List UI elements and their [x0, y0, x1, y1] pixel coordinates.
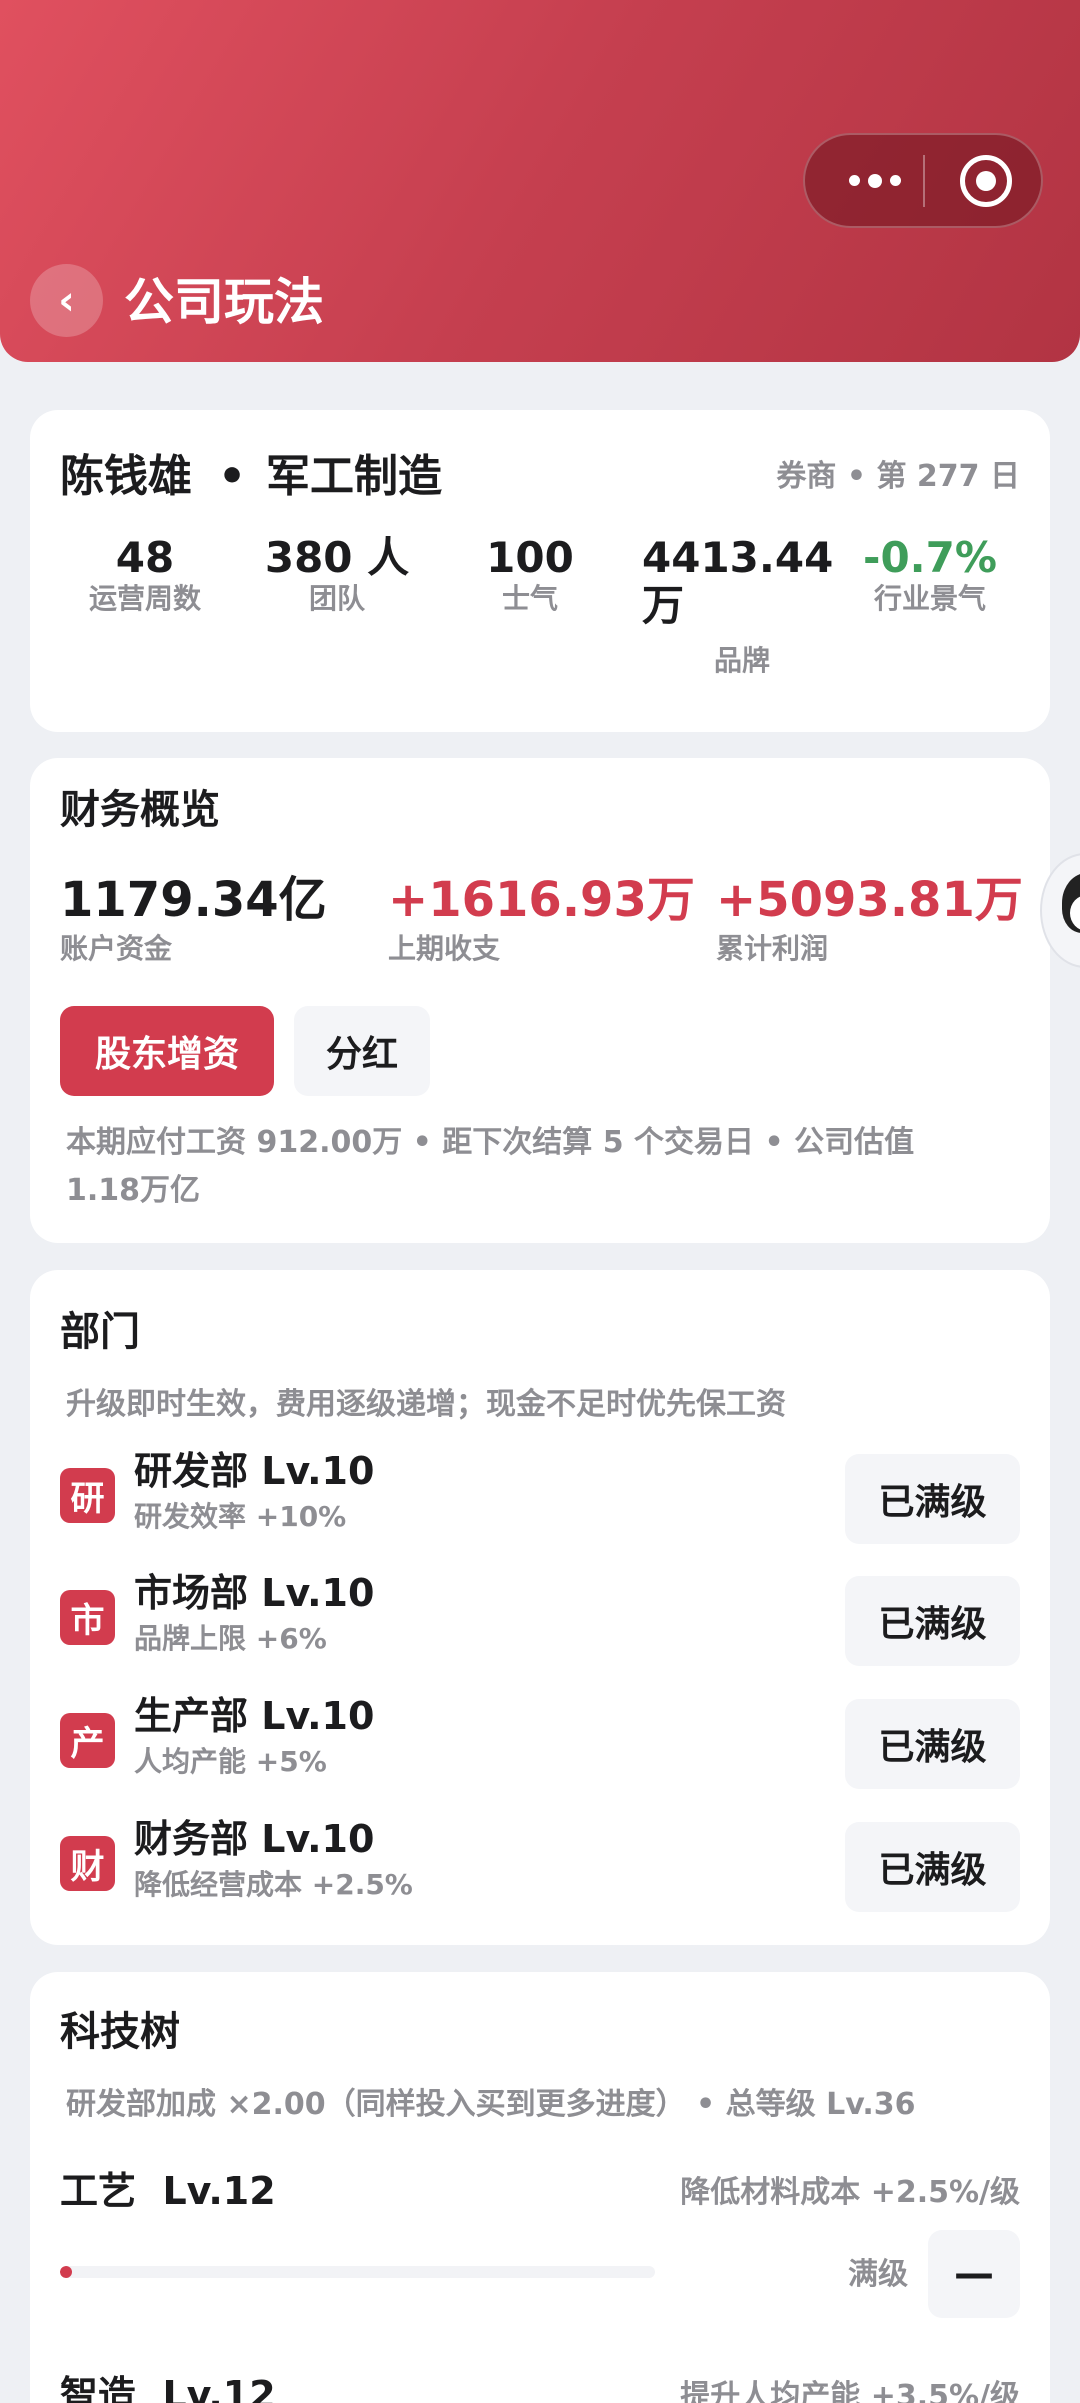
- tech-name: 智造 Lv.12: [60, 2373, 276, 2403]
- stat-label: 士气: [501, 582, 558, 615]
- tech-effect: 提升人均产能 +3.5%/级: [680, 2379, 1020, 2403]
- finance-card: 财务概览 1179.34亿 账户资金 +1616.93万 上期收支 +5093.…: [30, 758, 1050, 1243]
- department-row-production: 产 生产部 Lv.10 人均产能 +5% 已满级: [30, 1693, 1050, 1803]
- section-title: 部门: [60, 1309, 140, 1355]
- mini-program-capsule: [803, 133, 1043, 228]
- finance-label: 上期收支: [388, 932, 501, 965]
- dividend-button[interactable]: 分红: [294, 1006, 430, 1096]
- dept-name: 市场部 Lv.10: [134, 1571, 375, 1615]
- stat-value: -0.7%: [863, 533, 997, 582]
- finance-cumulative-profit: +5093.81万 累计利润: [716, 872, 1023, 966]
- finance-value: 1179.34亿: [60, 872, 327, 928]
- back-button[interactable]: ‹: [30, 264, 103, 337]
- tech-name: 工艺 Lv.12: [60, 2169, 276, 2213]
- finance-label: 累计利润: [716, 932, 829, 965]
- tech-note: 研发部加成 ×2.00（同样投入买到更多进度） • 总等级 Lv.36: [66, 2087, 916, 2122]
- finance-label: 账户资金: [60, 932, 173, 965]
- stat-value: 380 人: [264, 533, 410, 582]
- tech-progress-fill: [60, 2266, 72, 2278]
- tech-tree-card: 科技树 研发部加成 ×2.00（同样投入买到更多进度） • 总等级 Lv.36 …: [30, 1972, 1050, 2403]
- section-title: 科技树: [60, 2009, 180, 2055]
- stat-label: 团队: [308, 582, 365, 615]
- stat-morale: 100 士气: [445, 534, 615, 616]
- upgrade-button[interactable]: 已满级: [845, 1454, 1020, 1544]
- stat-team: 380 人 团队: [252, 534, 422, 616]
- finance-value: +5093.81万: [716, 872, 1023, 928]
- close-target-icon[interactable]: [960, 155, 1012, 207]
- dept-name: 财务部 Lv.10: [134, 1817, 375, 1861]
- finance-dept-icon: 财: [60, 1836, 115, 1891]
- upgrade-button[interactable]: 已满级: [845, 1576, 1020, 1666]
- finance-funds: 1179.34亿 账户资金: [60, 872, 327, 966]
- stat-label: 运营周数: [88, 582, 201, 615]
- departments-card: 部门 升级即时生效，费用逐级递增；现金不足时优先保工资 研 研发部 Lv.10 …: [30, 1270, 1050, 1945]
- dept-desc: 人均产能 +5%: [134, 1745, 327, 1778]
- market-dept-icon: 市: [60, 1590, 115, 1645]
- tech-status: 满级: [848, 2257, 908, 2292]
- stat-label: 行业景气: [873, 582, 986, 615]
- section-title: 财务概览: [60, 787, 220, 833]
- stat-weeks: 48 运营周数: [60, 534, 230, 616]
- production-dept-icon: 产: [60, 1713, 115, 1768]
- company-meta: 券商 • 第 277 日: [776, 459, 1020, 494]
- finance-note-line1: 本期应付工资 912.00万 • 距下次结算 5 个交易日 • 公司估值: [66, 1125, 915, 1160]
- shareholder-capital-button[interactable]: 股东增资: [60, 1006, 274, 1096]
- stat-label: 品牌: [713, 644, 770, 677]
- name-separator: •: [218, 451, 247, 502]
- finance-value: +1616.93万: [388, 872, 695, 928]
- stat-value-unit: 万: [642, 581, 685, 630]
- tech-action-button[interactable]: —: [928, 2230, 1020, 2318]
- stat-value: 4413.44: [642, 533, 834, 582]
- page-title: 公司玩法: [124, 273, 324, 331]
- dept-desc: 研发效率 +10%: [134, 1500, 347, 1533]
- company-industry: 军工制造: [266, 451, 442, 502]
- stat-brand: 4413.44 万 品牌: [642, 534, 842, 678]
- dept-desc: 品牌上限 +6%: [134, 1622, 327, 1655]
- department-row-rd: 研 研发部 Lv.10 研发效率 +10% 已满级: [30, 1448, 1050, 1558]
- dept-desc: 降低经营成本 +2.5%: [134, 1868, 413, 1901]
- department-row-market: 市 市场部 Lv.10 品牌上限 +6% 已满级: [30, 1570, 1050, 1680]
- upgrade-button[interactable]: 已满级: [845, 1822, 1020, 1912]
- company-name: 陈钱雄: [60, 451, 192, 502]
- tech-effect: 降低材料成本 +2.5%/级: [680, 2175, 1020, 2210]
- stat-value: 48: [115, 533, 175, 582]
- company-card: 陈钱雄 • 军工制造 券商 • 第 277 日 48 运营周数 380 人 团队…: [30, 410, 1050, 732]
- capsule-divider: [923, 155, 925, 207]
- departments-note: 升级即时生效，费用逐级递增；现金不足时优先保工资: [66, 1387, 786, 1422]
- finance-note-line2: 1.18万亿: [66, 1173, 201, 1208]
- stat-value: 100: [486, 533, 574, 582]
- dept-name: 研发部 Lv.10: [134, 1449, 375, 1493]
- more-menu-icon[interactable]: [835, 135, 915, 226]
- upgrade-button[interactable]: 已满级: [845, 1699, 1020, 1789]
- stat-industry-climate: -0.7% 行业景气: [840, 534, 1020, 616]
- finance-last-period: +1616.93万 上期收支: [388, 872, 695, 966]
- department-row-finance: 财 财务部 Lv.10 降低经营成本 +2.5% 已满级: [30, 1816, 1050, 1926]
- rd-dept-icon: 研: [60, 1468, 115, 1523]
- dept-name: 生产部 Lv.10: [134, 1694, 375, 1738]
- tech-progress-bar: [60, 2266, 655, 2278]
